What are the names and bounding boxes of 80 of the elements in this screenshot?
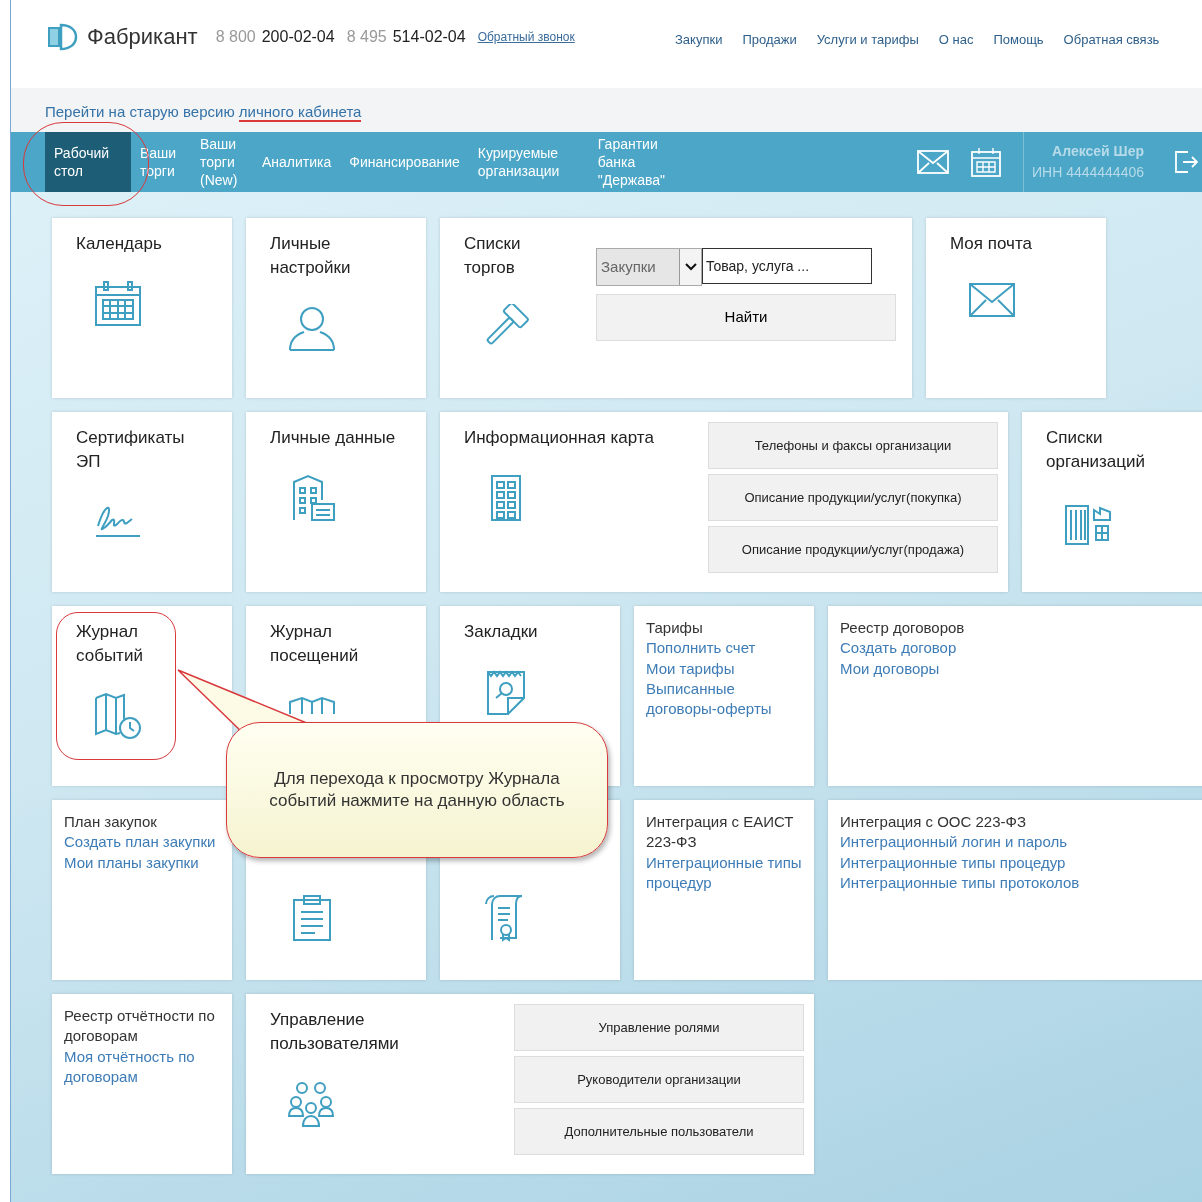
tile-title: Календарь <box>76 233 163 255</box>
tile-link[interactable]: Создать договор <box>840 638 965 659</box>
tile-title: План закупок <box>64 812 158 832</box>
search-field[interactable]: Товар, услуга ... <box>702 248 872 284</box>
tile-title: Журнал посещений <box>270 621 360 667</box>
calendar-icon <box>94 279 142 328</box>
user-inn: ИНН 4444444406 <box>1031 163 1144 182</box>
tile-title: Моя почта <box>950 233 1033 255</box>
menu-link[interactable]: Услуги и тарифы <box>816 30 919 50</box>
tile-card[interactable]: Интеграция с ЕАИСТ 223-ФЗ Интеграционные типы процедур <box>634 800 814 980</box>
action-button[interactable]: Дополнительные пользователи <box>514 1108 804 1155</box>
tile-card[interactable]: Сертификаты ЭП <box>52 412 232 592</box>
action-button[interactable]: Описание продукции/услуг(продажа) <box>708 526 998 573</box>
tile-card[interactable]: Календарь <box>52 218 232 398</box>
tile-card[interactable]: Списки организаций <box>1022 412 1202 592</box>
map-icon <box>288 694 336 715</box>
people-group-icon <box>288 1079 336 1128</box>
chevron-down-icon <box>684 263 697 271</box>
tile-link[interactable]: Мои планы закупки <box>64 852 216 873</box>
tile-title: Тарифы <box>646 618 704 638</box>
tile-title: Интеграция с ЕАИСТ 223-ФЗ <box>646 812 795 853</box>
tile-link[interactable]: Мои договоры <box>840 658 965 679</box>
phone-code: 8 800 <box>215 26 256 47</box>
logout-icon[interactable] <box>1174 150 1198 174</box>
menu-link[interactable]: Продажи <box>742 30 797 50</box>
tile-card[interactable]: Личные настройки <box>246 218 426 398</box>
action-button[interactable]: Описание продукции/услуг(покупка) <box>708 474 998 521</box>
callback-link[interactable]: Обратный звонок <box>477 27 575 46</box>
action-button[interactable]: Руководители организации <box>514 1056 804 1103</box>
tile-title: Личные данные <box>270 427 397 449</box>
old-version-link[interactable]: Перейти на старую версию личного кабинета <box>45 103 362 122</box>
category-select[interactable]: Закупки <box>596 248 702 286</box>
mail-icon[interactable] <box>916 150 949 174</box>
phone-number: 200-02-04 <box>261 26 335 47</box>
tile-title: Журнал событий <box>76 621 144 667</box>
tile-card[interactable]: Реестр договоров Создать договор Мои договоры <box>828 606 1202 786</box>
tile-card[interactable]: Тарифы Пополнить счет Мои тарифы Выписанные договоры-оферты <box>634 606 814 786</box>
tile-title: Информационная карта <box>464 427 655 449</box>
phone-code: 8 495 <box>346 26 387 47</box>
tile-card[interactable]: Интеграция с ООС 223-ФЗ Интеграционный логин и пароль Интеграционные типы процедур Интеграционные типы протоколов <box>828 800 1202 980</box>
tile-title: Реестр отчётности по договорам <box>64 1006 216 1047</box>
nav-tab[interactable]: Рабочий стол <box>45 132 131 192</box>
action-button[interactable]: Управление ролями <box>514 1004 804 1051</box>
tile-title: Управление пользователями <box>270 1009 400 1055</box>
tile-link[interactable]: Выписанные договоры-оферты <box>646 678 802 720</box>
action-button[interactable]: Телефоны и факсы организации <box>708 422 998 469</box>
tile-title: Списки торгов <box>464 233 522 279</box>
tile-title: Списки организаций <box>1046 427 1147 473</box>
tile-link[interactable]: Интеграционные типы процедур <box>840 852 1080 873</box>
tile-card[interactable]: Личные данные <box>246 412 426 592</box>
tile-title: Реестр договоров <box>840 618 965 638</box>
menu-link[interactable]: Закупки <box>675 30 723 50</box>
tile-card[interactable]: План закупок Создать план закупки Мои планы закупки <box>52 800 232 980</box>
tile-link[interactable]: Создать план закупки <box>64 832 216 853</box>
logo-icon <box>45 21 79 52</box>
tile-title: Сертификаты ЭП <box>76 427 186 473</box>
calendar-icon[interactable] <box>970 147 1001 177</box>
user-name: Алексей Шер <box>1052 142 1144 161</box>
tile-link[interactable]: Моя отчётность по договорам <box>64 1046 220 1087</box>
tile-link[interactable]: Мои тарифы <box>646 658 802 679</box>
tile-title: Интеграция с ООС 223-ФЗ <box>840 812 1027 832</box>
tile-card[interactable]: Управление пользователями Управление ролями Руководители организации Дополнительные пользователи <box>246 994 814 1174</box>
tile-card[interactable]: Моя почта <box>926 218 1106 398</box>
tile-link[interactable]: Интеграционные типы протоколов <box>840 872 1080 893</box>
tile-link[interactable]: Пополнить счет <box>646 638 802 659</box>
tile-card[interactable]: Реестр отчётности по договорам Моя отчётность по договорам <box>52 994 232 1174</box>
menu-link[interactable]: О нас <box>938 30 974 50</box>
phone-number: 514-02-04 <box>392 26 466 47</box>
tile-card[interactable]: Списки торгов Закупки Товар, услуга ... Найти <box>440 218 912 398</box>
tile-title: Личные настройки <box>270 233 352 279</box>
logo-text: Фабрикант <box>87 23 198 51</box>
menu-link[interactable]: Обратная связь <box>1063 30 1160 50</box>
find-button[interactable]: Найти <box>596 294 896 341</box>
tile-card[interactable]: Информационная карта Телефоны и факсы организации Описание продукции/услуг(покупка) Описание продукции/услуг(продажа) <box>440 412 1008 592</box>
tile-title: Закладки <box>464 621 539 643</box>
tile-link[interactable]: Интеграционные типы процедур <box>646 852 802 893</box>
tile-card[interactable]: Журнал событий <box>52 606 232 786</box>
tile-link[interactable]: Интеграционный логин и пароль <box>840 832 1080 853</box>
book-clock-icon <box>94 691 142 740</box>
menu-link[interactable]: Помощь <box>993 30 1044 50</box>
